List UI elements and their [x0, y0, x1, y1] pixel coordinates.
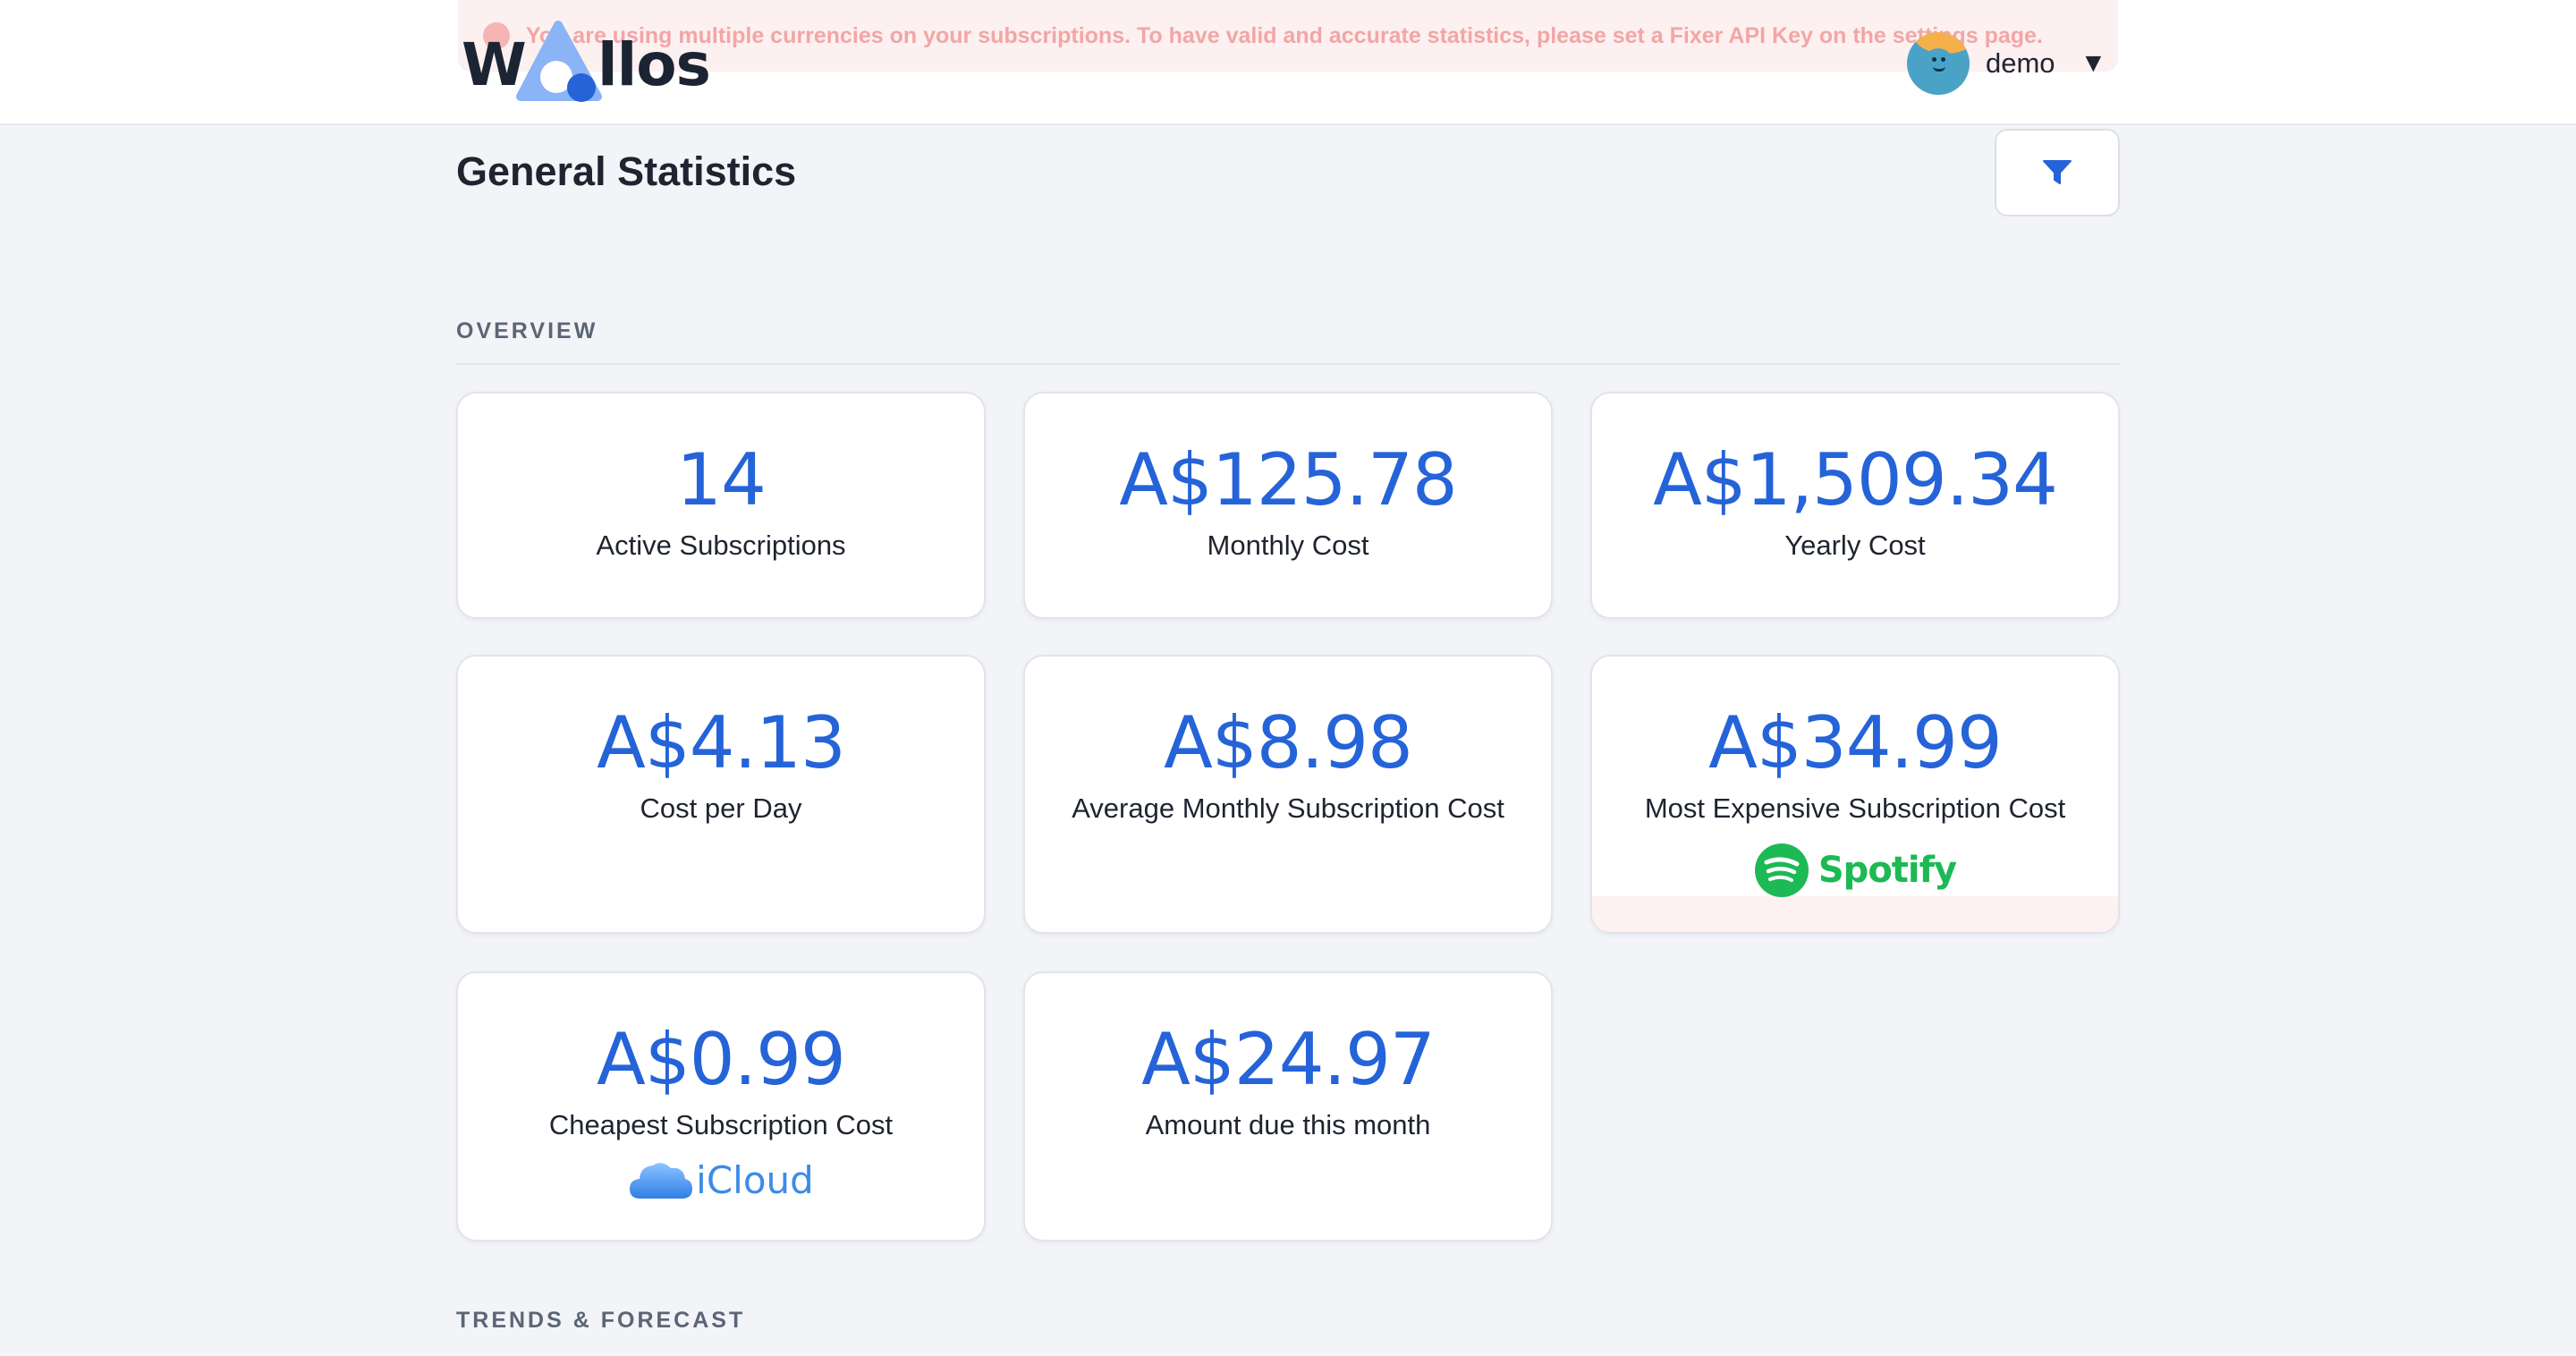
card-label: Amount due this month	[1145, 1109, 1431, 1140]
user-name[interactable]: demo	[1986, 47, 2055, 80]
card-cost-per-day: A$4.13 Cost per Day	[456, 655, 986, 934]
icloud-wordmark: iCloud	[696, 1157, 814, 1202]
card-label: Active Subscriptions	[596, 530, 846, 561]
card-most-expensive: A$34.99 Most Expensive Subscription Cost…	[1590, 655, 2120, 934]
card-amount-due: A$24.97 Amount due this month	[1023, 971, 1553, 1242]
card-yearly-cost: A$1,509.34 Yearly Cost	[1590, 392, 2120, 619]
card-value: A$4.13	[597, 701, 846, 784]
filter-icon	[2043, 160, 2072, 184]
card-value: A$1,509.34	[1653, 438, 2058, 521]
card-label: Monthly Cost	[1207, 530, 1369, 561]
filter-button[interactable]	[1995, 129, 2120, 216]
spotify-logo: Spotify	[1592, 843, 2118, 898]
card-value: A$0.99	[597, 1018, 846, 1101]
section-title-trends: TRENDS & FORECAST	[456, 1308, 746, 1333]
icloud-logo-icon	[630, 1163, 693, 1199]
card-value: A$8.98	[1164, 701, 1413, 784]
banner-text: You are using multiple currencies on you…	[526, 22, 2043, 48]
spotify-logo-icon	[1754, 843, 1809, 897]
card-cheapest: A$0.99 Cheapest Subscription Cost iCloud	[456, 971, 986, 1242]
card-value: A$34.99	[1708, 701, 2003, 784]
card-monthly-cost: A$125.78 Monthly Cost	[1023, 392, 1553, 619]
card-value: A$125.78	[1119, 438, 1458, 521]
page-title: General Statistics	[456, 148, 797, 194]
spotify-wordmark: Spotify	[1818, 850, 1957, 891]
card-label: Most Expensive Subscription Cost	[1644, 792, 2066, 824]
logo-triangle-icon	[516, 21, 602, 102]
section-title-overview: OVERVIEW	[456, 318, 598, 343]
logo-letters: llos	[597, 30, 711, 99]
card-label: Average Monthly Subscription Cost	[1072, 792, 1504, 824]
card-label: Cost per Day	[640, 792, 802, 824]
card-value: A$24.97	[1141, 1018, 1436, 1101]
chevron-down-icon[interactable]: ▼	[2080, 48, 2107, 79]
card-active-subscriptions: 14 Active Subscriptions	[456, 392, 986, 619]
card-value: 14	[676, 438, 767, 521]
card-label: Cheapest Subscription Cost	[548, 1109, 894, 1140]
wallos-logo[interactable]: W llos	[462, 20, 711, 104]
user-menu[interactable]: demo ▼	[1907, 32, 2106, 95]
overview-divider	[456, 363, 2120, 365]
card-footer-tint	[1592, 896, 2118, 932]
avatar[interactable]	[1907, 32, 1970, 95]
app-header: You are using multiple currencies on you…	[0, 0, 2576, 125]
card-average-monthly-cost: A$8.98 Average Monthly Subscription Cost	[1023, 655, 1553, 934]
icloud-logo: iCloud	[458, 1157, 984, 1202]
card-label: Yearly Cost	[1784, 530, 1926, 561]
